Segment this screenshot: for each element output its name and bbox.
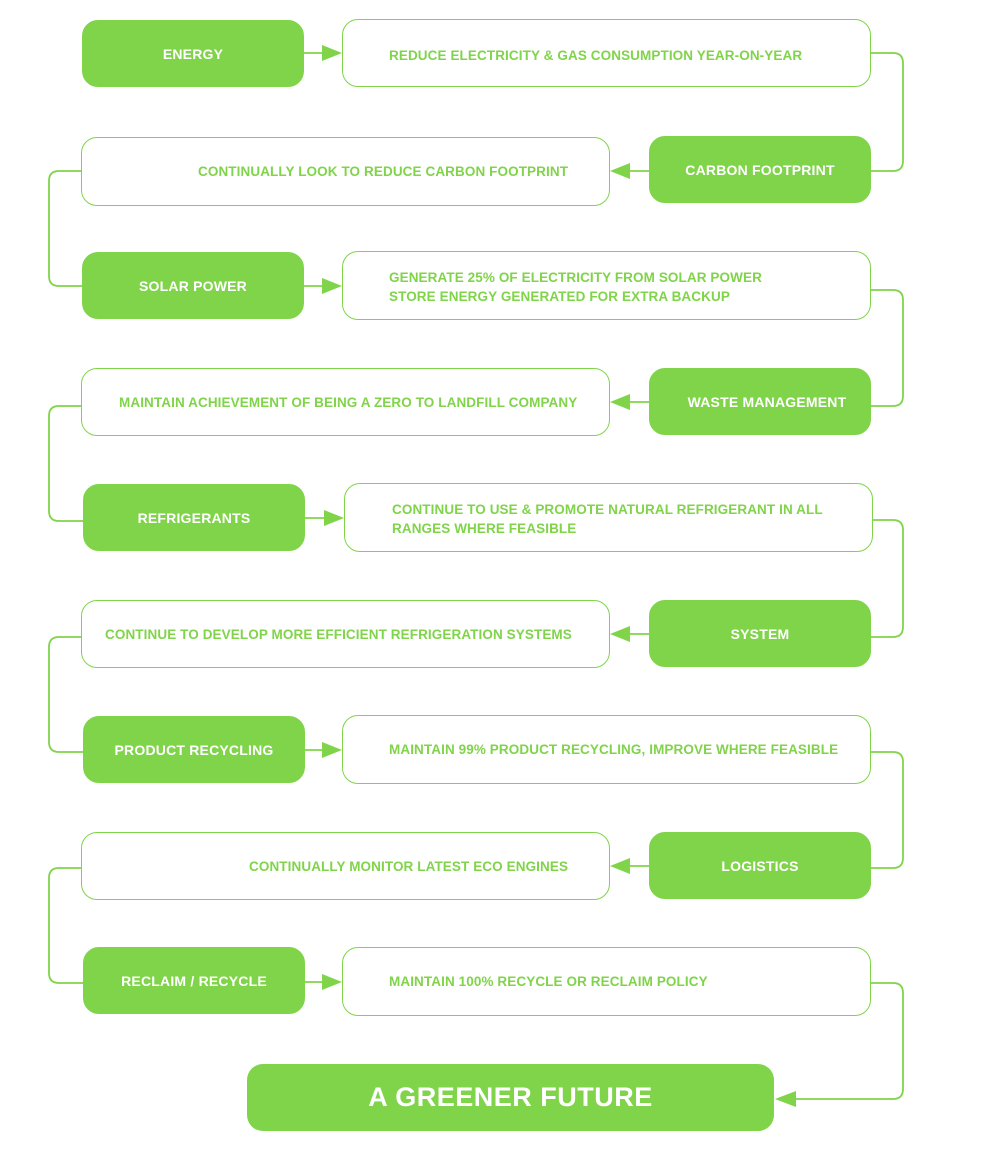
description-text: MAINTAIN 100% RECYCLE OR RECLAIM POLICY (389, 974, 708, 989)
step-description-logistics: CONTINUALLY MONITOR LATEST ECO ENGINES (81, 832, 610, 900)
connector-left-3 (48, 636, 83, 753)
step-description-energy: REDUCE ELECTRICITY & GAS CONSUMPTION YEA… (342, 19, 871, 87)
category-label: LOGISTICS (721, 857, 799, 874)
arrow-right-row-9-arrowhead-icon (322, 974, 342, 990)
connector-left-2 (48, 405, 83, 522)
final-arrowhead-icon (775, 1091, 796, 1107)
step-category-carbon-footprint: CARBON FOOTPRINT (649, 136, 871, 203)
description-text: MAINTAIN 99% PRODUCT RECYCLING, IMPROVE … (389, 742, 839, 757)
category-label: RECLAIM / RECYCLE (121, 972, 267, 989)
step-description-carbon-footprint: CONTINUALLY LOOK TO REDUCE CARBON FOOTPR… (81, 137, 610, 206)
arrow-right-row-7-arrowhead-icon (322, 742, 342, 758)
connector-right-3 (871, 519, 904, 638)
arrow-right-row-1-arrowhead-icon (322, 45, 342, 61)
description-text: MAINTAIN ACHIEVEMENT OF BEING A ZERO TO … (119, 395, 578, 410)
connector-left-4 (48, 867, 83, 984)
step-description-system: CONTINUE TO DEVELOP MORE EFFICIENT REFRI… (81, 600, 610, 668)
step-category-system: SYSTEM (649, 600, 871, 667)
arrow-left-row-2-arrowhead-icon (610, 163, 630, 179)
description-text: CONTINUALLY MONITOR LATEST ECO ENGINES (249, 859, 569, 874)
step-category-energy: ENERGY (82, 20, 304, 87)
step-description-refrigerants: CONTINUE TO USE & PROMOTE NATURAL REFRIG… (344, 483, 873, 552)
category-label: WASTE MANAGEMENT (687, 393, 847, 410)
category-label: CARBON FOOTPRINT (685, 161, 835, 178)
arrow-left-row-6-arrowhead-icon (610, 626, 630, 642)
step-description-product-recycling: MAINTAIN 99% PRODUCT RECYCLING, IMPROVE … (342, 715, 871, 784)
description-text: CONTINUE TO USE & PROMOTE NATURAL REFRIG… (392, 502, 823, 536)
category-label: SYSTEM (730, 625, 790, 642)
step-category-logistics: LOGISTICS (649, 832, 871, 899)
category-label: ENERGY (162, 45, 224, 62)
arrow-left-row-4-arrowhead-icon (610, 394, 630, 410)
arrow-right-row-5-arrowhead-icon (324, 510, 344, 526)
connector-right-2 (871, 289, 904, 407)
step-category-waste-management: WASTE MANAGEMENT (649, 368, 871, 435)
connector-right-1 (871, 52, 904, 172)
category-label: PRODUCT RECYCLING (114, 741, 274, 758)
step-category-reclaim-recycle: RECLAIM / RECYCLE (83, 947, 305, 1014)
arrow-right-row-3-arrowhead-icon (322, 278, 342, 294)
step-description-solar-power: GENERATE 25% OF ELECTRICITY FROM SOLAR P… (342, 251, 871, 320)
connector-left-1 (48, 170, 83, 287)
description-text: CONTINUE TO DEVELOP MORE EFFICIENT REFRI… (105, 627, 572, 642)
step-description-waste-management: MAINTAIN ACHIEVEMENT OF BEING A ZERO TO … (81, 368, 610, 436)
step-category-product-recycling: PRODUCT RECYCLING (83, 716, 305, 783)
step-description-reclaim-recycle: MAINTAIN 100% RECYCLE OR RECLAIM POLICY (342, 947, 871, 1016)
description-text: GENERATE 25% OF ELECTRICITY FROM SOLAR P… (389, 270, 762, 304)
step-category-solar-power: SOLAR POWER (82, 252, 304, 319)
category-label: SOLAR POWER (139, 277, 247, 294)
description-text: REDUCE ELECTRICITY & GAS CONSUMPTION YEA… (389, 48, 803, 63)
connector-right-4 (871, 751, 904, 869)
final-goal-label: A GREENER FUTURE (368, 1082, 653, 1112)
description-text: CONTINUALLY LOOK TO REDUCE CARBON FOOTPR… (198, 164, 569, 179)
arrow-left-row-8-arrowhead-icon (610, 858, 630, 874)
final-goal-box: A GREENER FUTURE (247, 1064, 774, 1131)
step-category-refrigerants: REFRIGERANTS (83, 484, 305, 551)
category-label: REFRIGERANTS (137, 509, 251, 526)
